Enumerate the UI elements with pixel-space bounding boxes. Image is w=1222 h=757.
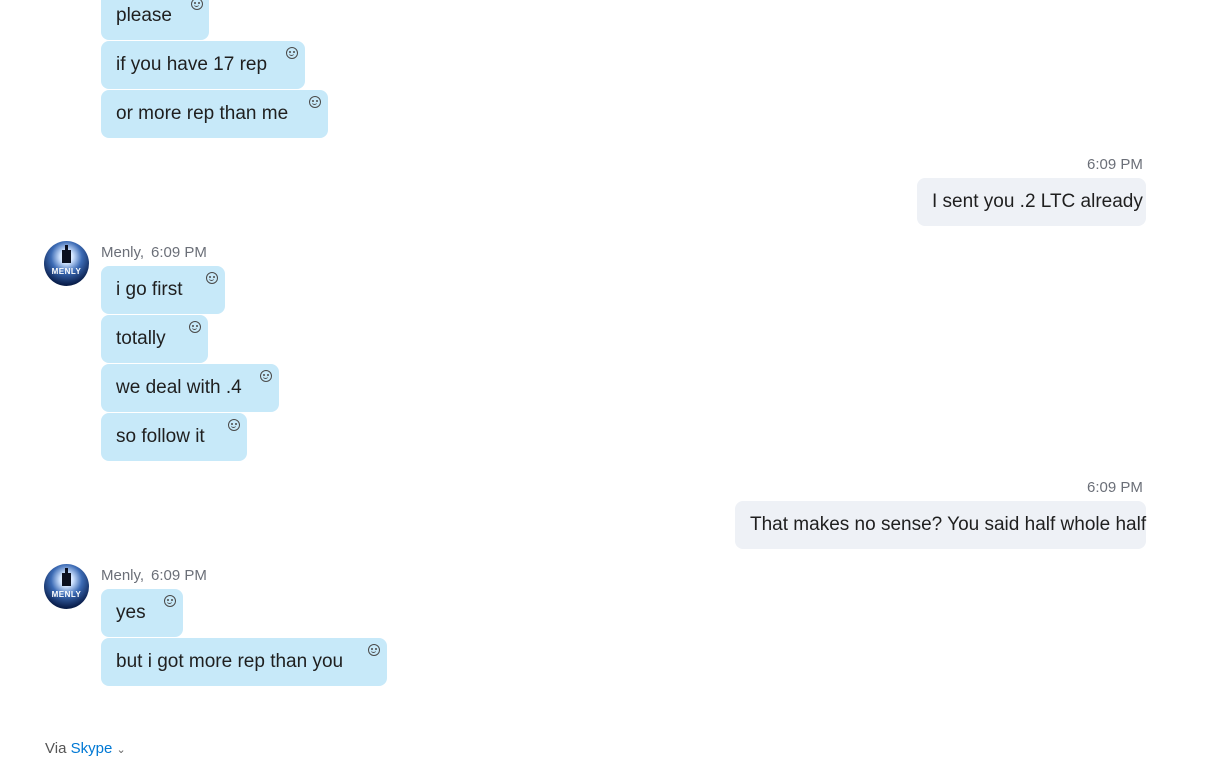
message-text: or more rep than me (116, 103, 289, 124)
message-timestamp: 6:09 PM (1087, 479, 1143, 496)
message-text: but i got more rep than you (116, 651, 344, 672)
smiley-icon[interactable] (309, 96, 321, 108)
sender-name[interactable]: Menly, (101, 567, 144, 585)
incoming-message[interactable]: or more rep than me (101, 90, 328, 138)
message-text: if you have 17 rep (116, 54, 268, 75)
message-timestamp: 6:09 PM (1087, 156, 1143, 173)
avatar-label: MENLY (51, 267, 82, 276)
incoming-message[interactable]: so follow it (101, 413, 247, 461)
incoming-message[interactable]: but i got more rep than you (101, 638, 387, 686)
smiley-icon[interactable] (206, 272, 218, 284)
sender-name[interactable]: Menly, (101, 244, 144, 262)
message-text: I sent you .2 LTC already (932, 191, 1143, 212)
avatar[interactable]: MENLY (44, 564, 89, 609)
incoming-message[interactable]: yes (101, 589, 183, 637)
avatar[interactable]: MENLY (44, 241, 89, 286)
smiley-icon[interactable] (189, 321, 201, 333)
incoming-message[interactable]: if you have 17 rep (101, 41, 305, 89)
message-text: please (116, 5, 172, 26)
smiley-icon[interactable] (191, 0, 203, 10)
smiley-icon[interactable] (368, 644, 380, 656)
smiley-icon[interactable] (228, 419, 240, 431)
via-label: Via (45, 740, 67, 757)
smiley-icon[interactable] (286, 47, 298, 59)
outgoing-message[interactable]: That makes no sense? You said half whole… (735, 501, 1146, 549)
smiley-icon[interactable] (260, 370, 272, 382)
incoming-message[interactable]: we deal with .4 (101, 364, 279, 412)
incoming-message[interactable]: please (101, 0, 209, 40)
via-skype: Via Skype ⌄ (45, 740, 126, 757)
message-timestamp: 6:09 PM (151, 244, 207, 261)
message-text: so follow it (116, 426, 205, 447)
castle-moon-avatar (62, 245, 71, 263)
incoming-message[interactable]: totally (101, 315, 208, 363)
message-timestamp: 6:09 PM (151, 567, 207, 584)
incoming-message[interactable]: i go first (101, 266, 225, 314)
message-text: we deal with .4 (116, 377, 242, 398)
message-text: That makes no sense? You said half whole… (750, 514, 1147, 535)
message-text: totally (116, 328, 166, 349)
skype-link[interactable]: Skype (71, 740, 113, 757)
castle-moon-avatar (62, 568, 71, 586)
message-text: i go first (116, 279, 183, 300)
avatar-label: MENLY (51, 590, 82, 599)
smiley-icon[interactable] (164, 595, 176, 607)
message-text: yes (116, 602, 146, 623)
chevron-down-icon[interactable]: ⌄ (116, 744, 125, 756)
outgoing-message[interactable]: I sent you .2 LTC already (917, 178, 1146, 226)
